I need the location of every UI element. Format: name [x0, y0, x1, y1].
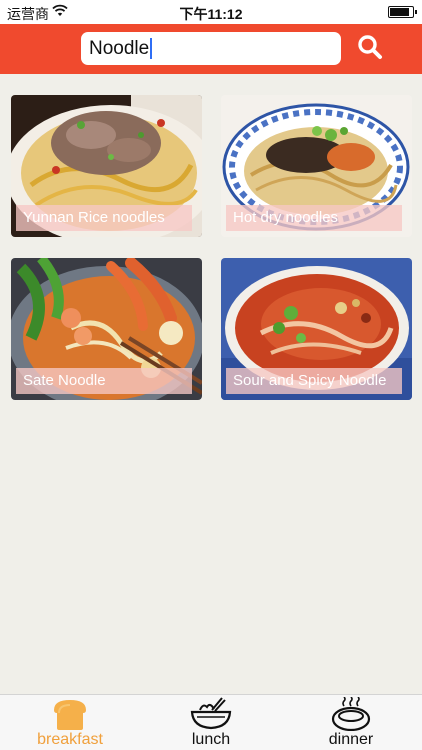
search-icon: [357, 34, 383, 65]
tab-label: lunch: [191, 731, 231, 748]
search-button[interactable]: [353, 33, 387, 65]
search-input[interactable]: Noodle: [81, 32, 341, 65]
status-bar: 运营商 下午11:12: [0, 0, 422, 24]
food-label: Hot dry noodles: [233, 209, 339, 226]
tab-label: dinner: [328, 731, 374, 748]
tab-lunch[interactable]: lunch: [141, 695, 281, 750]
food-label: Yunnan Rice noodles: [23, 209, 165, 226]
tab-dinner[interactable]: dinner: [281, 695, 421, 750]
tab-bar: breakfast lunch dinner: [0, 694, 422, 750]
status-time: 下午11:12: [179, 6, 243, 22]
search-header: Noodle: [0, 24, 422, 74]
tab-breakfast[interactable]: breakfast: [0, 695, 140, 750]
tab-label: breakfast: [37, 731, 103, 748]
food-label: Sour and Spicy Noodle: [233, 372, 387, 389]
food-label: Sate Noodle: [23, 372, 106, 389]
search-input-value: Noodle: [89, 37, 150, 59]
text-caret: [150, 38, 153, 59]
food-card-sate-noodle[interactable]: Sate Noodle: [11, 258, 202, 400]
food-card-yunnan-rice-noodles[interactable]: Yunnan Rice noodles: [11, 95, 202, 237]
food-card-sour-and-spicy-noodle[interactable]: Sour and Spicy Noodle: [221, 258, 412, 400]
battery-level: [390, 8, 409, 16]
food-card-hot-dry-noodles[interactable]: Hot dry noodles: [221, 95, 412, 237]
battery-icon: [388, 6, 417, 18]
